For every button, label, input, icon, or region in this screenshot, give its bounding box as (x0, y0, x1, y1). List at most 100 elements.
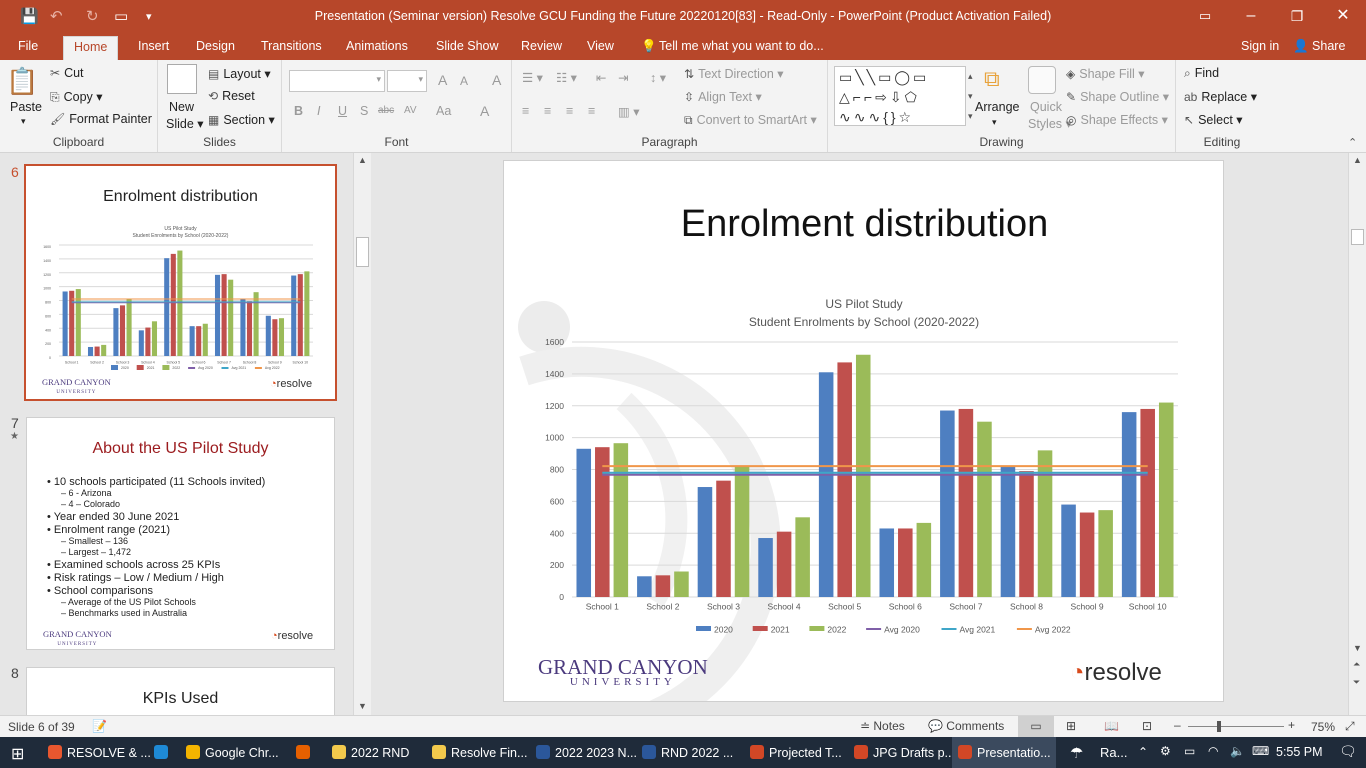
weather-text[interactable]: Ra... (1100, 745, 1127, 760)
shapes-gallery-scroll[interactable]: ▴ ▾ ▾ (968, 66, 973, 126)
tab-insert[interactable]: Insert (138, 39, 169, 53)
windows-start-icon[interactable]: ⊞ (11, 744, 24, 764)
character-spacing-button[interactable]: AV (404, 105, 417, 116)
reading-view-icon[interactable]: 📖 (1104, 719, 1119, 733)
comments-button[interactable]: 💬 Comments (928, 719, 1004, 733)
tab-home[interactable]: Home (63, 36, 119, 60)
taskbar-item[interactable]: 2022 2023 N... (530, 737, 637, 768)
shape-fill-button[interactable]: ◈ Shape Fill ▾ (1066, 66, 1145, 81)
paste-button[interactable]: Paste (10, 100, 42, 114)
taskbar-item[interactable]: Projected T... (744, 737, 844, 768)
fit-to-window-icon[interactable]: ⤢ (1345, 719, 1355, 734)
increase-indent-icon[interactable]: ⇥ (618, 70, 628, 85)
restore-button[interactable]: ❐ (1274, 0, 1320, 34)
editor-scrollbar[interactable]: ▲ ▼ ⏶ ⏷ (1348, 153, 1366, 715)
bold-button[interactable]: B (294, 104, 303, 118)
taskbar-item[interactable]: 2022 RND (326, 737, 424, 768)
zoom-level[interactable]: 75% (1311, 720, 1335, 734)
decrease-indent-icon[interactable]: ⇤ (596, 70, 606, 85)
tray-app-icon[interactable]: ⚙ (1160, 744, 1171, 758)
zoom-out-icon[interactable]: – (1174, 718, 1181, 732)
next-slide-icon[interactable]: ⏷ (1353, 677, 1360, 688)
tab-design[interactable]: Design (196, 39, 235, 53)
taskbar-item[interactable]: Resolve Fin... (426, 737, 527, 768)
slide-thumbnail-6[interactable]: Enrolment distribution US Pilot Study St… (24, 164, 337, 401)
normal-view-icon[interactable]: ▭ (1018, 716, 1054, 737)
font-name-field[interactable]: ▾ (289, 70, 385, 92)
tab-animations[interactable]: Animations (346, 39, 408, 53)
spelling-icon[interactable]: 📝 (92, 719, 107, 733)
quick-styles-icon[interactable] (1028, 66, 1056, 94)
zoom-in-icon[interactable]: + (1288, 718, 1295, 732)
taskbar-item[interactable] (148, 737, 176, 768)
tab-slide-show[interactable]: Slide Show (436, 39, 499, 53)
wifi-icon[interactable]: ◠ (1208, 744, 1218, 758)
replace-button[interactable]: ab Replace ▾ (1184, 89, 1257, 104)
share-button[interactable]: 👤 Share (1293, 39, 1345, 54)
slide-thumbnail-7[interactable]: About the US Pilot Study • 10 schools pa… (26, 417, 335, 650)
taskbar-item[interactable]: JPG Drafts p... (848, 737, 955, 768)
align-center-icon[interactable]: ≡ (544, 104, 551, 118)
copy-button[interactable]: ⎘ Copy ▾ (50, 89, 103, 105)
smartart-button[interactable]: ⧉ Convert to SmartArt ▾ (684, 112, 817, 128)
taskbar-item[interactable] (290, 737, 322, 768)
line-spacing-icon[interactable]: ↕ ▾ (650, 70, 666, 85)
scroll-down-icon[interactable]: ▼ (358, 701, 367, 711)
notes-button[interactable]: ≐ Notes (860, 719, 905, 733)
sign-in-link[interactable]: Sign in (1241, 39, 1279, 53)
language-icon[interactable]: ⌨ (1252, 744, 1269, 758)
paste-icon[interactable]: 📋 (6, 66, 38, 97)
close-button[interactable]: ✕ (1320, 0, 1366, 34)
font-size-field[interactable]: ▾ (387, 70, 427, 92)
minimize-button[interactable]: – (1228, 0, 1274, 34)
select-button[interactable]: ↖ Select ▾ (1184, 112, 1243, 127)
taskbar-item[interactable]: RESOLVE & ... (42, 737, 151, 768)
previous-slide-icon[interactable]: ⏶ (1353, 659, 1360, 670)
editor-scroll-up-icon[interactable]: ▲ (1353, 155, 1362, 165)
taskbar-item[interactable]: RND 2022 ... (636, 737, 740, 768)
tab-transitions[interactable]: Transitions (261, 39, 322, 53)
enrolment-chart[interactable]: US Pilot Study Student Enrolments by Sch… (504, 161, 1224, 702)
collapse-ribbon-icon[interactable]: ⌃ (1348, 136, 1357, 149)
columns-icon[interactable]: ▥ ▾ (618, 104, 640, 119)
ribbon-display-icon[interactable]: ▭ (1182, 0, 1228, 34)
shapes-gallery[interactable]: ▭╲╲▭◯▭ △⌐⌐⇨⇩⬠ ∿∿∿{}☆ (834, 66, 966, 126)
section-button[interactable]: ▦ Section ▾ (208, 112, 275, 127)
find-button[interactable]: ⌕ Find (1184, 66, 1219, 81)
shrink-font-icon[interactable]: A (460, 74, 468, 88)
cut-button[interactable]: ✂ Cut (50, 66, 84, 80)
editor-scroll-down-icon[interactable]: ▼ (1353, 643, 1362, 653)
arrange-button[interactable]: Arrange (975, 100, 1019, 114)
slide-canvas[interactable]: Enrolment distribution US Pilot Study St… (503, 160, 1224, 702)
tab-view[interactable]: View (587, 39, 614, 53)
align-text-button[interactable]: ⇳ Align Text ▾ (684, 89, 762, 104)
editor-scroll-thumb[interactable] (1351, 229, 1364, 245)
tab-file[interactable]: File (18, 39, 38, 53)
layout-button[interactable]: ▤ Layout ▾ (208, 66, 271, 81)
grow-font-icon[interactable]: A (438, 72, 447, 88)
bullets-icon[interactable]: ☰ ▾ (522, 70, 543, 85)
align-right-icon[interactable]: ≡ (566, 104, 573, 118)
tab-review[interactable]: Review (521, 39, 562, 53)
change-case-button[interactable]: Aa (436, 104, 451, 118)
strikethrough-button[interactable]: abc (378, 105, 394, 116)
zoom-slider-thumb[interactable] (1217, 721, 1221, 732)
scroll-up-icon[interactable]: ▲ (358, 155, 367, 165)
volume-icon[interactable]: 🔈 (1230, 744, 1245, 758)
thumbnail-scroll-thumb[interactable] (356, 237, 369, 267)
tell-me-search[interactable]: Tell me what you want to do... (659, 39, 824, 53)
arrange-dropdown-icon[interactable]: ▾ (992, 117, 997, 128)
reset-button[interactable]: ⟲ Reset (208, 89, 255, 103)
zoom-slider[interactable] (1188, 726, 1284, 727)
notification-center-icon[interactable]: 🗨 (1339, 743, 1357, 760)
weather-icon[interactable]: ☂ (1070, 744, 1083, 762)
taskbar-item[interactable]: Presentatio... (952, 737, 1056, 768)
shape-outline-button[interactable]: ✎ Shape Outline ▾ (1066, 89, 1169, 104)
justify-icon[interactable]: ≡ (588, 104, 595, 118)
shadow-button[interactable]: S (360, 104, 368, 118)
format-painter-button[interactable]: 🖌 Format Painter (50, 112, 152, 126)
align-left-icon[interactable]: ≡ (522, 104, 529, 118)
slideshow-view-icon[interactable]: ⊡ (1142, 719, 1152, 733)
shape-effects-button[interactable]: ◎ Shape Effects ▾ (1066, 112, 1168, 127)
new-slide-icon[interactable] (167, 64, 197, 94)
